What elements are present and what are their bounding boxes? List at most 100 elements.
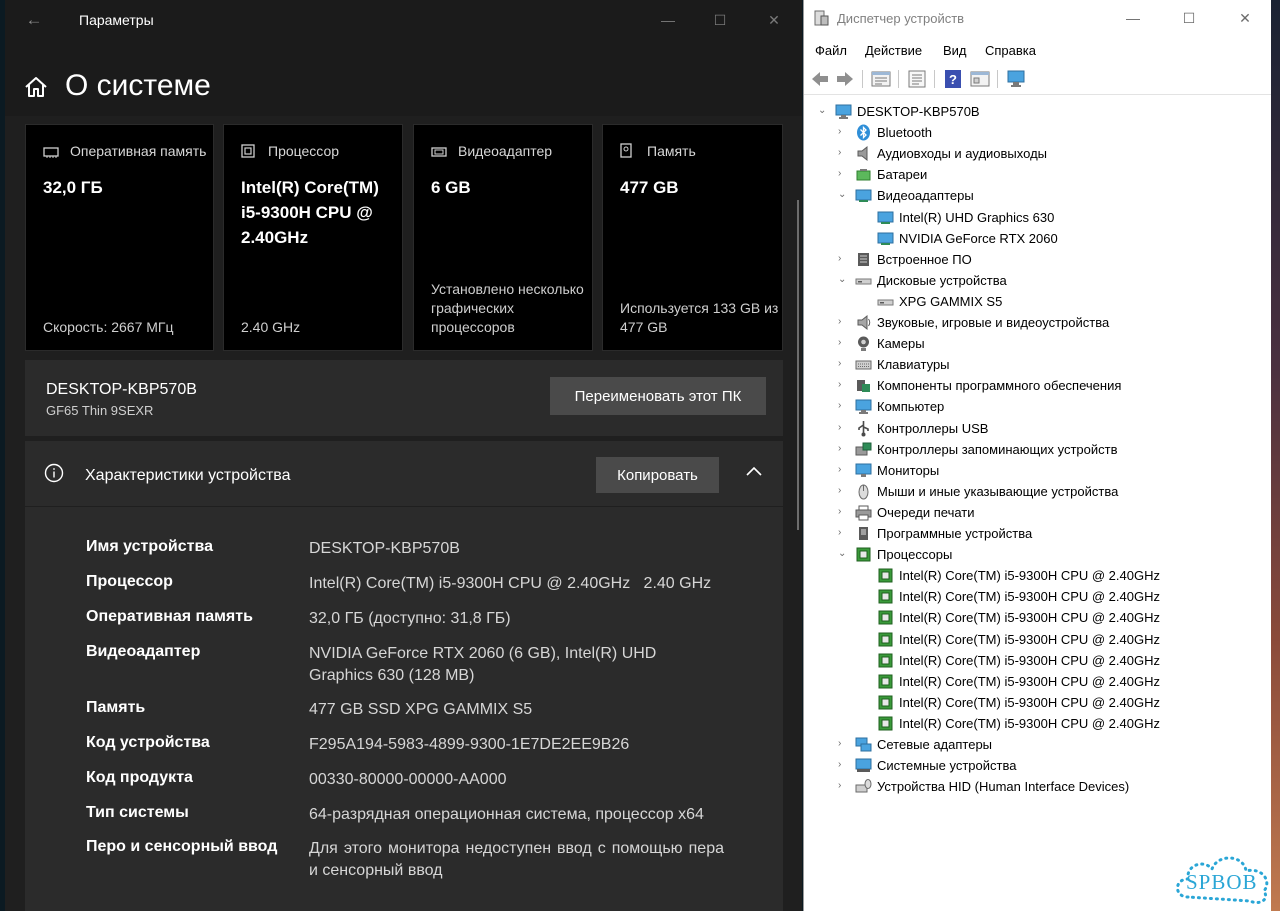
tree-item-label: Контроллеры USB (877, 421, 989, 436)
processor-icon (878, 674, 893, 689)
spec-key: Память (86, 699, 146, 716)
tree-item-label: Камеры (877, 336, 925, 351)
collapse-arrow-icon[interactable]: ⌄ (838, 274, 848, 286)
back-arrow-icon[interactable]: ← (23, 9, 45, 31)
mouse-icon (858, 484, 869, 500)
collapse-arrow-icon[interactable]: ⌄ (838, 189, 848, 201)
spec-key: Процессор (86, 573, 173, 590)
tree-item-label: Intel(R) Core(TM) i5-9300H CPU @ 2.40GHz (899, 695, 1160, 710)
copy-button[interactable]: Копировать (596, 457, 719, 493)
settings-titlebar: ← Параметры — ☐ ✕ (5, 0, 802, 40)
expand-arrow-icon[interactable]: › (838, 253, 848, 265)
expand-arrow-icon[interactable]: › (838, 506, 848, 518)
list-view-icon[interactable] (906, 69, 928, 89)
disk-drive-icon (855, 278, 872, 285)
devmgr-window-title: Диспетчер устройств (837, 11, 965, 26)
expand-arrow-icon[interactable]: › (838, 527, 848, 539)
home-icon[interactable] (23, 74, 49, 100)
tree-item-label: Bluetooth (877, 125, 932, 140)
svg-text:?: ? (949, 72, 957, 87)
spec-value: DESKTOP-KBP570B (309, 540, 460, 557)
device-tree: ⌄ DESKTOP-KBP570B › Bluetooth › Аудиовходы и … (804, 97, 1271, 911)
help-icon[interactable]: ? (942, 69, 964, 89)
expand-arrow-icon[interactable]: › (838, 780, 848, 792)
tree-item-label: Программные устройства (877, 526, 1033, 541)
spec-key: Видеоадаптер (86, 643, 201, 660)
devmgr-close-button[interactable]: ✕ (1222, 0, 1268, 37)
close-button[interactable]: ✕ (751, 0, 797, 40)
expand-arrow-icon[interactable]: › (838, 337, 848, 349)
spec-value: 00330-80000-00000-AA000 (309, 771, 507, 788)
computer-icon (855, 399, 872, 414)
tree-item-label: Сетевые адаптеры (877, 737, 993, 752)
forward-icon[interactable] (834, 69, 856, 89)
tree-item-label: Процессоры (877, 547, 953, 562)
spec-value: NVIDIA GeForce RTX 2060 (6 GB), Intel(R)… (309, 645, 657, 684)
expand-arrow-icon[interactable]: › (838, 443, 848, 455)
tree-item-label: Intel(R) Core(TM) i5-9300H CPU @ 2.40GHz (899, 589, 1160, 604)
card-storage-sub: Используется 133 GB из 477 GB (620, 300, 779, 335)
spec-value: 477 GB SSD XPG GAMMIX S5 (309, 701, 533, 718)
devmgr-menubar: Файл Действие Вид Справка (804, 40, 1271, 62)
tree-item-label: Intel(R) Core(TM) i5-9300H CPU @ 2.40GHz (899, 674, 1160, 689)
expand-arrow-icon[interactable]: › (838, 358, 848, 370)
expand-arrow-icon[interactable]: › (838, 126, 848, 138)
menu-view[interactable]: Вид (943, 43, 967, 58)
spec-key: Код продукта (86, 769, 193, 786)
devmgr-toolbar: ? (804, 63, 1271, 95)
menu-action[interactable]: Действие (865, 43, 922, 58)
spec-value: 64-разрядная операционная система, проце… (309, 806, 704, 823)
processor-icon (878, 568, 893, 583)
page-title: О системе (65, 69, 211, 102)
tree-item-label: Звуковые, игровые и видеоустройства (877, 315, 1110, 330)
device-specs-header[interactable]: Характеристики устройства Копировать (25, 441, 783, 507)
maximize-button[interactable]: ☐ (697, 0, 743, 40)
pc-name: DESKTOP-KBP570B (46, 381, 197, 398)
scan-hardware-icon[interactable] (1006, 69, 1028, 89)
rename-pc-button[interactable]: Переименовать этот ПК (550, 377, 766, 415)
expand-arrow-icon[interactable]: › (838, 379, 848, 391)
processor-icon (878, 716, 893, 731)
processor-icon (241, 144, 255, 158)
expand-arrow-icon[interactable]: › (838, 759, 848, 771)
menu-file[interactable]: Файл (815, 43, 847, 58)
expand-arrow-icon[interactable]: › (838, 422, 848, 434)
expand-arrow-icon[interactable]: › (838, 738, 848, 750)
watermark-text: SPBOB (1186, 870, 1258, 894)
minimize-button[interactable]: — (645, 0, 691, 40)
desktop-background-strip (1271, 0, 1280, 911)
software-component-icon (857, 380, 870, 392)
tree-item-label: Intel(R) UHD Graphics 630 (899, 210, 1055, 225)
properties-view-icon[interactable] (870, 69, 892, 89)
display-adapter-icon (877, 211, 894, 224)
expand-arrow-icon[interactable]: › (838, 464, 848, 476)
back-icon[interactable] (809, 69, 831, 89)
settings-window: ← Параметры — ☐ ✕ О системе Оперативная … (5, 0, 802, 911)
toolbar-separator (934, 70, 935, 88)
card-storage: Память 477 GB Используется 133 GB из 477… (602, 124, 783, 351)
devmgr-maximize-button[interactable]: ☐ (1166, 0, 1212, 37)
expand-arrow-icon[interactable]: › (838, 485, 848, 497)
expand-arrow-icon[interactable]: › (838, 316, 848, 328)
collapse-arrow-icon[interactable]: ⌄ (818, 105, 828, 117)
chevron-up-icon[interactable] (745, 464, 763, 478)
monitor-icon (855, 463, 872, 477)
speaker-icon (857, 145, 868, 162)
pc-model: GF65 Thin 9SEXR (46, 403, 154, 418)
collapse-arrow-icon[interactable]: ⌄ (838, 548, 848, 560)
tree-item-label: Батареи (877, 167, 928, 182)
spec-key: Перо и сенсорный ввод (86, 838, 278, 855)
card-gpu: Видеоадаптер 6 GB Установлено несколько … (413, 124, 593, 351)
tree-item-label: Intel(R) Core(TM) i5-9300H CPU @ 2.40GHz (899, 610, 1160, 625)
processor-icon (856, 547, 871, 562)
battery-icon (856, 169, 871, 181)
expand-arrow-icon[interactable]: › (838, 400, 848, 412)
expand-arrow-icon[interactable]: › (838, 168, 848, 180)
menu-help[interactable]: Справка (985, 43, 1036, 58)
devmgr-minimize-button[interactable]: — (1110, 0, 1156, 37)
settings-scrollbar[interactable] (797, 200, 799, 530)
card-processor-label: Процессор (268, 143, 340, 159)
spec-value: F295A194-5983-4899-9300-1E7DE2EE9B26 (309, 736, 630, 753)
expand-arrow-icon[interactable]: › (838, 147, 848, 159)
resources-view-icon[interactable] (969, 69, 991, 89)
